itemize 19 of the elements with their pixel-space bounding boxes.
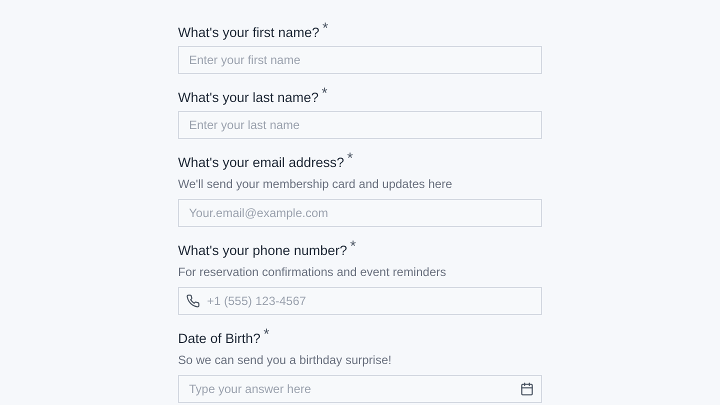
question-hint: For reservation confirmations and event reminders	[178, 265, 448, 280]
input-field[interactable]: Enter your first name	[178, 46, 542, 74]
date-field[interactable]: Type your answer here	[178, 375, 542, 403]
required-mark: *	[347, 151, 353, 166]
required-mark: *	[264, 327, 270, 342]
calendar-icon[interactable]	[520, 382, 534, 396]
input-field[interactable]: Your.email@example.com	[178, 199, 542, 227]
question-label: Date of Birth?	[178, 330, 261, 347]
required-mark: *	[322, 21, 328, 36]
required-mark: *	[350, 239, 356, 254]
phone-field[interactable]: +1 (555) 123-4567	[178, 287, 542, 315]
input-field[interactable]: Enter your last name	[178, 111, 542, 139]
question-label: What's your first name?	[178, 24, 320, 41]
required-mark: *	[322, 86, 328, 101]
question-hint: So we can send you a birthday surprise!	[178, 353, 392, 368]
question-hint: We'll send your membership card and updates here	[178, 177, 454, 192]
question-label: What's your phone number?	[178, 242, 348, 259]
question-label: What's your last name?	[178, 89, 319, 106]
question-label: What's your email address?	[178, 154, 344, 171]
